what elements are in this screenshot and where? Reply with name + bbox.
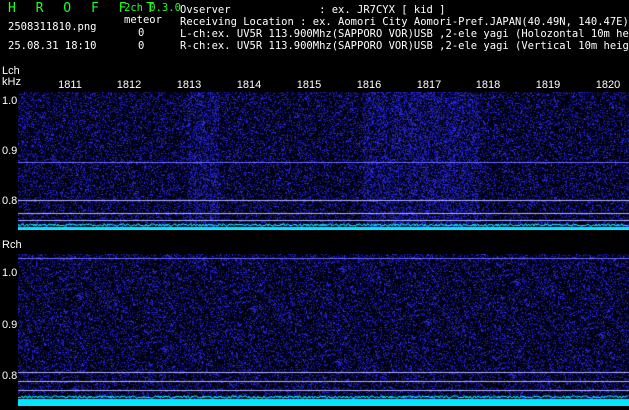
lch-info-label: L-ch:ex. UV5R 113.900Mhz(SAPPORO VOR)USB… [180, 28, 629, 40]
time-tick: 1820 [595, 79, 621, 91]
detection-type-label: meteor [124, 14, 162, 26]
rch-label: Rch [2, 239, 22, 251]
time-tick: 1816 [356, 79, 382, 91]
lch-unit-label: kHz [2, 76, 21, 88]
observer-label: Ovserver : ex. JR7CYX [ kid ] [180, 4, 446, 16]
mode-label: 2ch 0.3.0 [124, 2, 181, 14]
time-tick: 1814 [236, 79, 262, 91]
time-tick: 1813 [176, 79, 202, 91]
lch-ytick: 0.8 [2, 195, 18, 207]
time-tick: 1818 [475, 79, 501, 91]
rch-spectrogram [18, 254, 629, 406]
rch-info-label: R-ch:ex. UV5R 113.900Mhz(SAPPORO VOR)USB… [180, 40, 629, 52]
rch-count: 0 [138, 40, 145, 52]
lch-count: 0 [138, 27, 145, 39]
time-tick: 1811 [58, 79, 82, 91]
filename-label: 2508311810.png [8, 21, 97, 33]
time-tick: 1817 [416, 79, 442, 91]
lch-ytick: 0.9 [2, 145, 18, 157]
lch-ytick: 1.0 [2, 95, 18, 107]
datetime-label: 25.08.31 18:10 [8, 40, 97, 52]
location-label: Receiving Location : ex. Aomori City Aom… [180, 16, 629, 28]
rch-ytick: 0.9 [2, 319, 18, 331]
rch-ytick: 0.8 [2, 370, 18, 382]
time-tick: 1812 [116, 79, 142, 91]
time-tick: 1819 [535, 79, 561, 91]
rch-ytick: 1.0 [2, 267, 18, 279]
lch-spectrogram [18, 92, 629, 230]
time-tick: 1815 [296, 79, 322, 91]
